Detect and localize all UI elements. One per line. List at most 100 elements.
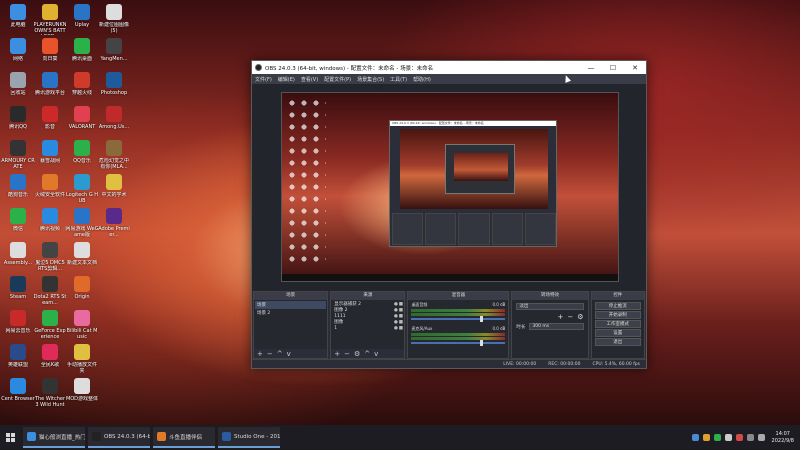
move-down-icon[interactable]: v [374, 350, 378, 358]
desktop-icon[interactable]: Logitech G HUB [65, 174, 99, 204]
desktop-icon[interactable]: GeForce Experience [33, 310, 67, 340]
desktop-icon[interactable]: Photoshop [97, 72, 131, 96]
obs-window[interactable]: OBS 24.0.3 (64-bit, windows) - 配置文件：未命名 … [251, 60, 647, 369]
desktop-icon[interactable]: 手动播放文件夹 [65, 344, 99, 374]
remove-icon[interactable]: − [267, 350, 273, 358]
desktop-icon[interactable]: Dota2 RTS Steam... [33, 276, 67, 306]
stop-streaming-button[interactable]: 停止推流 [594, 302, 642, 310]
transition-select[interactable]: 淡出 [516, 303, 584, 310]
move-up-icon[interactable]: ^ [277, 350, 283, 358]
desktop-icon[interactable]: 酷狗音乐 [1, 174, 35, 198]
desktop-icon[interactable]: Among.Us... [97, 106, 131, 130]
add-icon[interactable]: + [558, 313, 564, 321]
remove-icon[interactable]: − [567, 313, 573, 321]
gear-icon[interactable]: ⚙ [577, 313, 583, 321]
taskbar-app-button[interactable]: 猫心般浏直播_热门... [23, 427, 85, 448]
network-icon[interactable] [746, 434, 754, 441]
volume-slider[interactable] [411, 340, 506, 346]
desktop-icon[interactable]: Steam [1, 276, 35, 300]
desktop-icon[interactable]: 此电脑 [1, 4, 35, 28]
desktop-icon[interactable]: 火绒安全软件 [33, 174, 67, 198]
tray-icon[interactable] [691, 434, 699, 441]
source-row[interactable]: 图像 2 ● ■ [332, 307, 403, 314]
desktop-icon[interactable]: 向日葵 [33, 38, 67, 62]
desktop-icon[interactable]: ARMOURY CRATE [1, 140, 35, 170]
tray-icon[interactable] [702, 434, 710, 441]
desktop-icon[interactable]: 新建文本文档 [65, 242, 99, 266]
duration-input[interactable]: 300 ms [529, 323, 584, 330]
exit-button[interactable]: 退出 [594, 338, 642, 346]
scene-item[interactable]: 场景 [255, 301, 327, 309]
tray-icon[interactable] [724, 434, 732, 441]
desktop-icon[interactable]: MOD游戏整体 [65, 378, 99, 402]
start-button[interactable] [0, 425, 20, 450]
lock-icon[interactable]: ■ [398, 326, 403, 331]
desktop-icon[interactable]: 暴雪战网 [33, 140, 67, 164]
desktop-icon[interactable]: 回收站 [1, 72, 35, 96]
minimize-button[interactable]: — [580, 64, 602, 72]
desktop-icon[interactable]: 危险幻觉之中有你(MLA... [97, 140, 131, 170]
obs-titlebar[interactable]: OBS 24.0.3 (64-bit, windows) - 配置文件：未命名 … [252, 61, 646, 74]
menu-tools[interactable]: 工具(T) [390, 76, 407, 83]
menu-profile[interactable]: 配置文件(P) [324, 76, 351, 83]
desktop-icon[interactable]: Origin [65, 276, 99, 300]
desktop-icon[interactable]: VALORANT [65, 106, 99, 130]
desktop-icon[interactable]: 穿越火线 [65, 72, 99, 96]
desktop-icon[interactable]: Bilibili Cat Music [65, 310, 99, 340]
add-icon[interactable]: + [257, 350, 263, 358]
taskbar-app-button[interactable]: Studio One - 2013... [218, 427, 280, 448]
taskbar-app-button[interactable]: OBS 24.0.3 (64-bit... [88, 427, 150, 448]
desktop-icon[interactable]: 腾讯视频 [33, 208, 67, 232]
taskbar-app-button[interactable]: 斗鱼直播伴侣 [153, 427, 215, 448]
add-icon[interactable]: + [334, 350, 340, 358]
desktop-icon[interactable]: 微信 [1, 208, 35, 232]
settings-button[interactable]: 设置 [594, 329, 642, 337]
remove-icon[interactable]: − [344, 350, 350, 358]
scene-item[interactable]: 场景 2 [255, 309, 326, 317]
lock-icon[interactable]: ■ [398, 302, 403, 307]
desktop-icon[interactable]: YangMen... [97, 38, 131, 62]
desktop-icon[interactable]: 腾讯游戏平台 [33, 72, 67, 96]
menu-view[interactable]: 查看(V) [301, 76, 318, 83]
volume-slider[interactable] [411, 316, 506, 322]
desktop-icon[interactable]: 影音 [33, 106, 67, 130]
source-row[interactable]: 图像 ● ■ [332, 319, 403, 326]
move-up-icon[interactable]: ^ [364, 350, 370, 358]
desktop-icon[interactable]: 网易云音乐 [1, 310, 35, 334]
menu-scene-collection[interactable]: 场景集合(S) [357, 76, 384, 83]
tray-icon[interactable] [713, 434, 721, 441]
desktop-icon[interactable]: Assembly... [1, 242, 35, 266]
preview-canvas[interactable]: OBS 24.0.3 (64-bit, windows) - 配置文件：未命名 … [281, 92, 619, 282]
desktop-icon[interactable]: 网易游戏 WeGame版 [65, 208, 99, 238]
desktop-icon[interactable]: Uplay [65, 4, 99, 28]
close-button[interactable]: ✕ [624, 64, 646, 72]
desktop-icon[interactable]: 鬼泣5 DMC5 RTS剪辑... [33, 242, 67, 272]
move-down-icon[interactable]: v [287, 350, 291, 358]
desktop-icon[interactable]: Cent Browser [1, 378, 35, 402]
source-row[interactable]: 1 ● ■ [332, 325, 403, 331]
lock-icon[interactable]: ■ [398, 308, 403, 313]
studio-mode-button[interactable]: 工作室模式 [594, 320, 642, 328]
desktop-icon[interactable]: 新建位图图像 (5) [97, 4, 131, 34]
menu-edit[interactable]: 编辑(E) [278, 76, 295, 83]
desktop-icon[interactable]: 英雄联盟 [1, 344, 35, 368]
desktop-icon[interactable]: 腾讯QQ [1, 106, 35, 130]
desktop-icon[interactable]: QQ音乐 [65, 140, 99, 164]
maximize-button[interactable]: ☐ [602, 64, 624, 72]
desktop-icon[interactable]: 网络 [1, 38, 35, 62]
gear-icon[interactable]: ⚙ [354, 350, 360, 358]
menu-help[interactable]: 帮助(H) [413, 76, 431, 83]
desktop-icon[interactable]: The Witcher 3 Wild Hunt [33, 378, 67, 408]
desktop-icon[interactable]: 全民K歌 [33, 344, 67, 368]
desktop-icon[interactable]: PLAYERUNKNOWN'S BATTLEGR... [33, 4, 67, 35]
desktop-icon[interactable]: 腾讯桌面 [65, 38, 99, 62]
desktop-icon[interactable]: 中文的学术 [97, 174, 131, 198]
menu-file[interactable]: 文件(F) [255, 76, 272, 83]
start-recording-button[interactable]: 开始录制 [594, 311, 642, 319]
volume-icon[interactable] [757, 434, 765, 441]
desktop-icon[interactable]: Adobe Premier... [97, 208, 131, 238]
lock-icon[interactable]: ■ [398, 320, 403, 325]
lock-icon[interactable]: ■ [398, 314, 403, 319]
tray-icon[interactable] [735, 434, 743, 441]
clock[interactable]: 14:07 2022/9/8 [772, 431, 794, 445]
